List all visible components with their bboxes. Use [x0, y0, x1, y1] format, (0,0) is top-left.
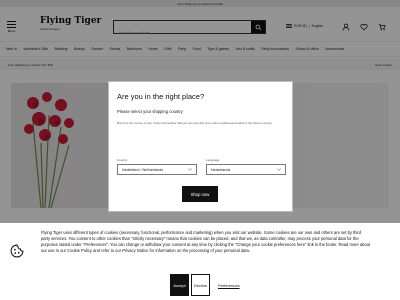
country-field: Country Nederland / Netherlands [117, 158, 197, 175]
shop-now-button[interactable]: Shop now [182, 186, 218, 202]
language-field-label: Language [206, 158, 220, 162]
country-label: Country [117, 158, 128, 162]
country-selector-modal: Are you in the right place? Please selec… [108, 81, 293, 212]
cookie-actions: Accept Decline Preferences [170, 274, 240, 296]
cookie-text: Flying Tiger uses different types of coo… [41, 230, 371, 253]
language-value: Nederlands [211, 167, 231, 172]
cookie-preferences-link[interactable]: Preferences [218, 283, 240, 288]
country-value: Nederland / Netherlands [122, 167, 164, 172]
accept-cookies-button[interactable]: Accept [170, 274, 189, 296]
language-select[interactable]: Nederlands [206, 164, 286, 175]
chevron-down-icon [188, 168, 192, 171]
cookie-icon [10, 244, 24, 258]
modal-fields: Country Nederland / Netherlands Language… [117, 158, 286, 175]
modal-note: Buy from the country of your choice. Rem… [117, 121, 273, 125]
language-field: Language Nederlands [206, 158, 286, 175]
cookie-banner: Flying Tiger uses different types of coo… [0, 223, 400, 300]
modal-title: Are you in the right place? [117, 92, 205, 101]
modal-subtitle: Please select your shipping country [117, 109, 183, 114]
decline-cookies-button[interactable]: Decline [191, 274, 210, 296]
country-select[interactable]: Nederland / Netherlands [117, 164, 197, 175]
chevron-down-icon [277, 168, 281, 171]
